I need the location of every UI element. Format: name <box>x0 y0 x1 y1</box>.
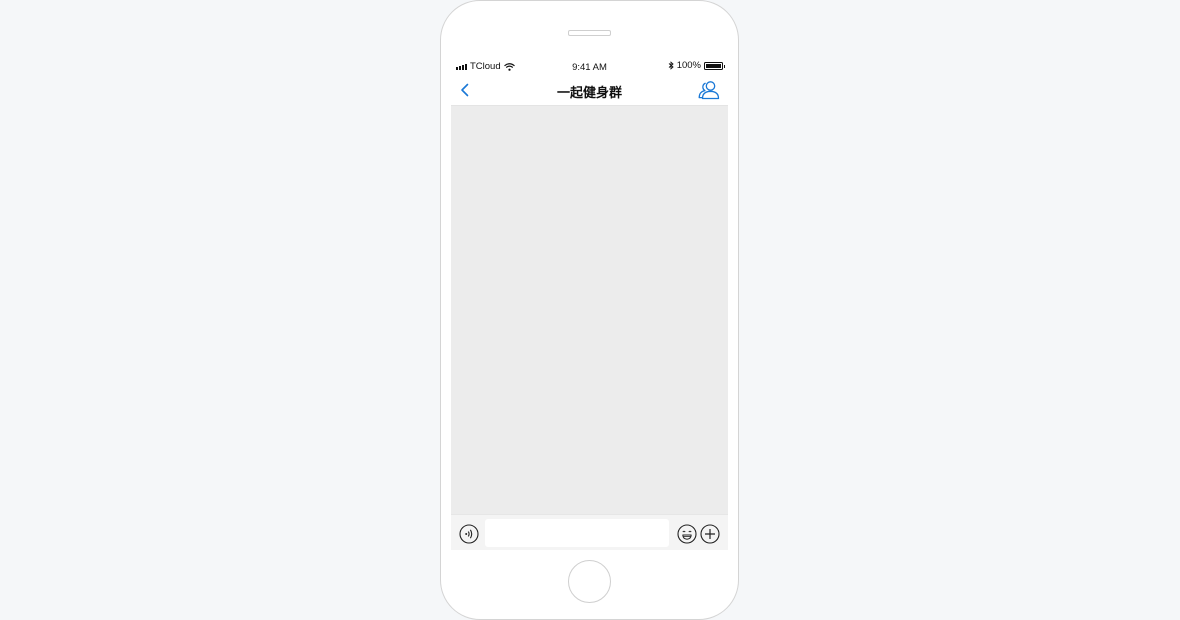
message-input[interactable] <box>485 519 669 547</box>
phone-frame: TCloud 9:41 AM 100% 一起健身群 <box>440 0 739 620</box>
battery-percent: 100% <box>676 60 701 71</box>
bluetooth-icon <box>668 61 674 70</box>
group-members-button[interactable] <box>698 80 720 100</box>
battery-level <box>706 63 721 68</box>
input-bar <box>451 514 728 550</box>
plus-icon <box>700 524 720 544</box>
group-members-icon <box>698 81 720 100</box>
nav-bar: 一起健身群 <box>451 75 728 106</box>
voice-button[interactable] <box>459 524 479 544</box>
emoji-button[interactable] <box>677 524 697 544</box>
chat-title: 一起健身群 <box>556 85 622 100</box>
home-button[interactable] <box>568 560 611 603</box>
voice-icon <box>459 524 479 544</box>
status-right: 100% <box>668 60 725 71</box>
phone-speaker <box>568 30 611 36</box>
status-bar: TCloud 9:41 AM 100% <box>451 58 728 75</box>
emoji-icon <box>677 524 697 544</box>
battery-icon <box>704 61 725 70</box>
message-list[interactable] <box>451 106 728 514</box>
back-button[interactable] <box>457 82 473 98</box>
more-actions-button[interactable] <box>700 524 720 544</box>
phone-screen: TCloud 9:41 AM 100% 一起健身群 <box>451 58 728 550</box>
chevron-left-icon <box>461 83 469 97</box>
